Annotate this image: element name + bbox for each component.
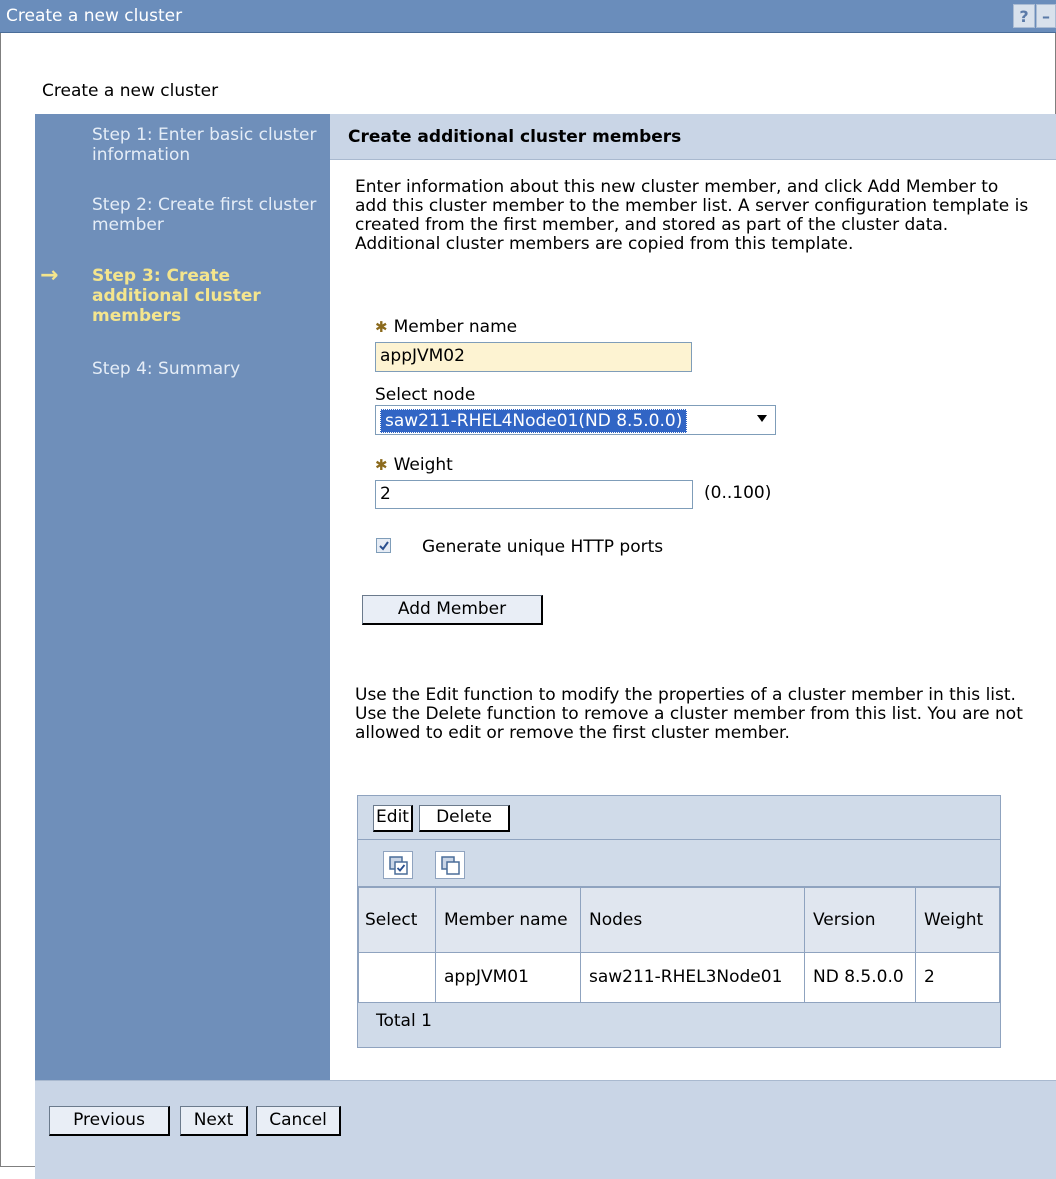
current-step-arrow-icon: →: [40, 263, 59, 288]
previous-button[interactable]: Previous: [49, 1106, 170, 1136]
column-header-version[interactable]: Version: [804, 887, 916, 953]
step-3-current: Step 3: Create additional cluster member…: [92, 266, 261, 326]
weight-range-hint: (0..100): [704, 483, 772, 503]
deselect-all-icon[interactable]: [435, 851, 465, 879]
select-node-value: saw211-RHEL4Node01(ND 8.5.0.0): [380, 409, 688, 433]
select-node-label: Select node: [375, 385, 476, 405]
select-all-icon[interactable]: [383, 851, 413, 879]
window-titlebar: Create a new cluster ? –: [0, 0, 1056, 33]
member-name-label: ✱ Member name: [375, 317, 518, 337]
column-header-member-name[interactable]: Member name: [435, 887, 581, 953]
version-cell: ND 8.5.0.0: [804, 952, 916, 1003]
required-icon: ✱: [375, 456, 388, 474]
cancel-button[interactable]: Cancel: [256, 1106, 341, 1136]
help-button[interactable]: ?: [1013, 4, 1035, 28]
next-button[interactable]: Next: [180, 1106, 248, 1136]
section-title: Create additional cluster members: [348, 127, 682, 147]
table-toolbar: Edit Delete: [358, 796, 1000, 840]
member-name-input[interactable]: appJVM02: [375, 342, 692, 372]
window-title: Create a new cluster: [6, 6, 183, 26]
wizard-content: Create additional cluster members Enter …: [330, 114, 1056, 1080]
member-list-help: Use the Edit function to modify the prop…: [355, 685, 1023, 743]
members-table-panel: Edit Delete Select Member name Nodes Ver…: [357, 795, 1001, 1048]
column-header-nodes[interactable]: Nodes: [580, 887, 805, 953]
wizard: Step 1: Enter basic cluster information …: [35, 114, 1056, 1179]
generate-ports-label: Generate unique HTTP ports: [422, 537, 664, 557]
select-node-dropdown[interactable]: saw211-RHEL4Node01(ND 8.5.0.0): [375, 405, 776, 435]
row-select-cell: [358, 952, 436, 1003]
weight-label: ✱ Weight: [375, 455, 453, 475]
table-row: appJVM01 saw211-RHEL3Node01 ND 8.5.0.0 2: [358, 952, 1000, 1003]
chevron-down-icon: [757, 415, 767, 422]
table-total: Total 1: [376, 1011, 432, 1031]
checkmark-icon: [379, 541, 389, 551]
weight-cell: 2: [915, 952, 1000, 1003]
minimize-button[interactable]: –: [1036, 4, 1056, 28]
add-member-button[interactable]: Add Member: [362, 595, 543, 625]
generate-ports-checkbox[interactable]: [376, 538, 391, 553]
section-intro: Enter information about this new cluster…: [355, 177, 1029, 254]
table-header-row: Select Member name Nodes Version Weight: [358, 887, 1000, 953]
wizard-footer: Previous Next Cancel: [35, 1080, 1056, 1179]
delete-button[interactable]: Delete: [419, 805, 510, 832]
page-heading: Create a new cluster: [42, 81, 219, 101]
required-icon: ✱: [375, 318, 388, 336]
step-2[interactable]: Step 2: Create first cluster member: [92, 195, 317, 235]
column-header-weight[interactable]: Weight: [915, 887, 1000, 953]
step-4[interactable]: Step 4: Summary: [92, 359, 317, 379]
wizard-steps-sidebar: Step 1: Enter basic cluster information …: [35, 114, 330, 1080]
members-table: Select Member name Nodes Version Weight …: [358, 887, 1000, 1003]
nodes-cell: saw211-RHEL3Node01: [580, 952, 805, 1003]
member-name-cell[interactable]: appJVM01: [435, 952, 581, 1003]
step-1[interactable]: Step 1: Enter basic cluster information: [92, 125, 317, 165]
table-selection-toolbar: [358, 840, 1000, 887]
section-header: Create additional cluster members: [330, 114, 1056, 160]
column-header-select: Select: [358, 887, 436, 953]
weight-input[interactable]: 2: [375, 480, 693, 509]
edit-button[interactable]: Edit: [373, 805, 413, 832]
